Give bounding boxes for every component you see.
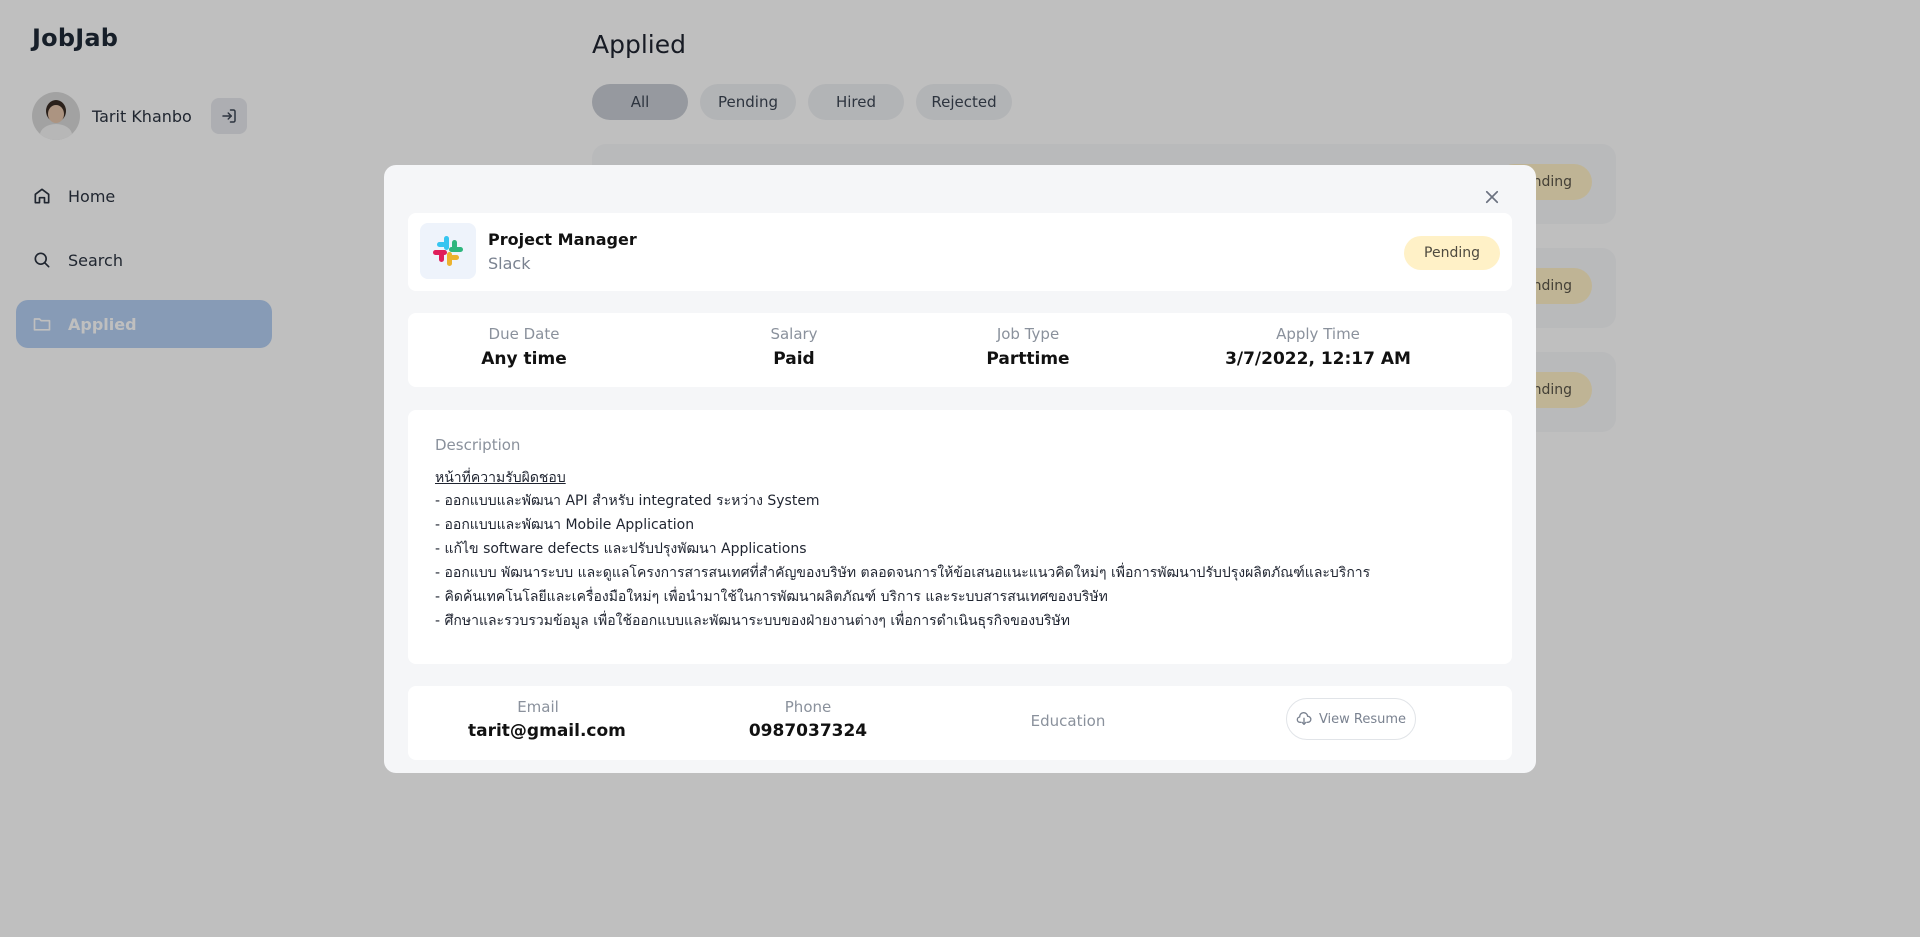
description-line: - ออกแบบ พัฒนาระบบ และดูแลโครงการสารสนเท…	[435, 565, 1371, 581]
apply-time-label: Apply Time	[1276, 325, 1360, 343]
job-title: Project Manager	[488, 230, 637, 249]
description-line: - แก้ไข software defects และปรับปรุงพัฒน…	[435, 541, 807, 557]
salary-value: Paid	[773, 349, 815, 369]
description-line: - คิดค้นเทคโนโลยีและเครื่องมือใหม่ๆ เพื่…	[435, 589, 1108, 605]
email-label: Email	[517, 698, 559, 716]
close-icon	[1485, 190, 1499, 204]
phone-value[interactable]: 0987037324	[748, 721, 868, 741]
job-header: Project Manager Slack Pending	[408, 213, 1512, 291]
close-button[interactable]	[1478, 183, 1506, 211]
company-logo	[420, 223, 476, 279]
due-date: Due Date Any time	[468, 325, 580, 369]
description-line: - ออกแบบและพัฒนา Mobile Application	[435, 517, 695, 533]
cloud-download-icon	[1296, 711, 1312, 727]
job-description: Description หน้าที่ความรับผิดชอบ - ออกแบ…	[408, 410, 1512, 664]
status-badge: Pending	[1404, 236, 1500, 270]
education-label: Education	[1030, 712, 1106, 730]
due-date-value: Any time	[481, 349, 567, 369]
apply-time: Apply Time 3/7/2022, 12:17 AM	[1208, 325, 1428, 369]
phone: Phone 0987037324	[748, 698, 868, 741]
view-resume-label: View Resume	[1318, 711, 1407, 727]
education: Education	[1018, 712, 1118, 730]
description-line: - ออกแบบและพัฒนา API สำหรับ integrated ร…	[435, 493, 820, 509]
job-type-label: Job Type	[996, 325, 1060, 343]
salary: Salary Paid	[744, 325, 844, 369]
apply-time-value: 3/7/2022, 12:17 AM	[1225, 349, 1411, 369]
salary-label: Salary	[770, 325, 818, 343]
description-label: Description	[435, 436, 521, 454]
due-date-label: Due Date	[488, 325, 560, 343]
email-value[interactable]: tarit@gmail.com	[468, 721, 626, 741]
description-heading: หน้าที่ความรับผิดชอบ	[435, 470, 566, 486]
company-name: Slack	[488, 254, 531, 273]
view-resume-button[interactable]: View Resume	[1286, 698, 1416, 740]
job-type: Job Type Parttime	[968, 325, 1088, 369]
phone-label: Phone	[784, 698, 832, 716]
application-detail-modal: Project Manager Slack Pending Due Date A…	[384, 165, 1536, 773]
email: Email tarit@gmail.com	[468, 698, 626, 741]
job-type-value: Parttime	[986, 349, 1070, 369]
applicant-contact: Email tarit@gmail.com Phone 0987037324 E…	[408, 686, 1512, 760]
job-meta: Due Date Any time Salary Paid Job Type P…	[408, 313, 1512, 387]
slack-logo-icon	[433, 236, 463, 266]
description-line: - ศึกษาและรวบรวมข้อมูล เพื่อใช้ออกแบบและ…	[435, 613, 1070, 629]
